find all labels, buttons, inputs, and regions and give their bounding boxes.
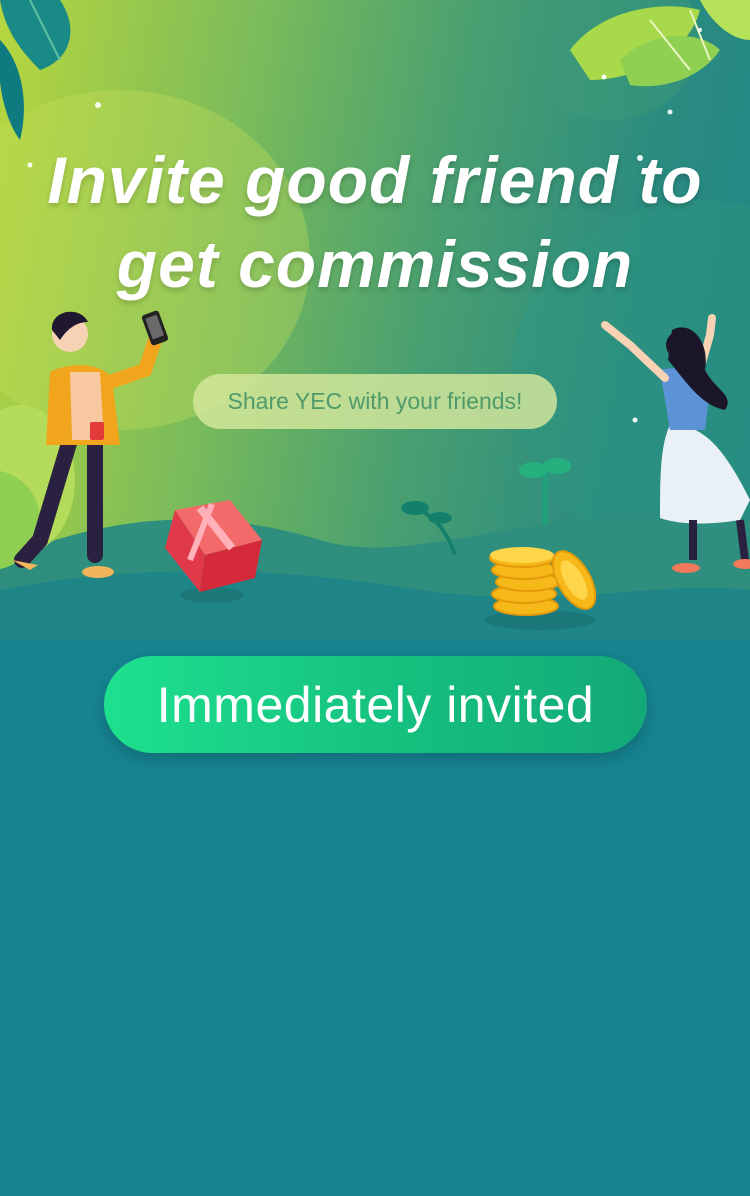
page-title-line1: Invite good friend to <box>47 143 703 217</box>
invite-button-label: Immediately invited <box>156 676 595 733</box>
subtitle-pill: Share YEC with your friends! <box>193 374 557 429</box>
hero-banner: Invite good friend to get commission Sha… <box>0 0 750 640</box>
page-title-line2: get commission <box>116 227 634 301</box>
hero-illustration <box>0 0 750 640</box>
subtitle-text: Share YEC with your friends! <box>227 388 523 414</box>
invite-button[interactable]: Immediately invited <box>104 656 647 753</box>
